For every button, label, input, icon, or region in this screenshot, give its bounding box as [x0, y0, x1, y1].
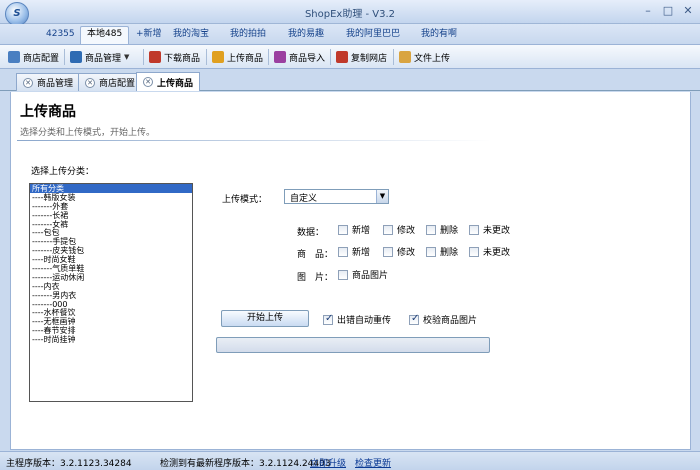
- document-tabs: ✕ 商品管理 ✕ 商店配置 ✕ 上传商品: [0, 69, 700, 91]
- category-item[interactable]: -------气质单鞋: [30, 264, 192, 273]
- close-icon[interactable]: ✕: [85, 77, 95, 88]
- copy-store-button[interactable]: 复制网店: [336, 49, 387, 65]
- tab-product-manage[interactable]: ✕ 商品管理: [16, 73, 81, 91]
- menu-item-taobao[interactable]: 我的淘宝: [167, 27, 215, 44]
- image-label: 图 片：: [297, 273, 334, 283]
- toolbar-separator: [268, 49, 269, 65]
- menu-item-local485[interactable]: 本地485: [80, 26, 130, 45]
- category-item[interactable]: -------长裙: [30, 211, 192, 220]
- menu-item-42355[interactable]: 42355: [40, 27, 81, 44]
- upload-icon: [212, 51, 224, 63]
- tab-store-config[interactable]: ✕ 商店配置: [78, 73, 143, 91]
- latest-version-text: 检测到有最新程序版本：3.2.1124.24403: [160, 459, 331, 469]
- page-title: 上传商品: [20, 104, 76, 120]
- category-item[interactable]: -------外套: [30, 202, 192, 211]
- toolbar-separator: [64, 49, 65, 65]
- category-item[interactable]: 所有分类: [30, 184, 192, 193]
- category-item[interactable]: -------运动休闲: [30, 273, 192, 282]
- menu-item-yiqu[interactable]: 我的易趣: [282, 27, 330, 44]
- goods-image-checkbox[interactable]: 商品图片: [338, 268, 388, 281]
- category-list[interactable]: 所有分类 ----韩版女装 -------外套 -------长裙 -------女裤 -…: [29, 183, 193, 402]
- category-item[interactable]: -------男内衣: [30, 291, 192, 300]
- menu-item-youa[interactable]: 我的有啊: [415, 27, 463, 44]
- auto-retry-checkbox[interactable]: 出错自动重传: [323, 313, 391, 326]
- divider: [17, 140, 491, 141]
- upload-progress-bar: [216, 337, 490, 353]
- close-icon[interactable]: ✕: [23, 77, 33, 88]
- download-icon: [149, 51, 161, 63]
- import-icon: [274, 51, 286, 63]
- goods-add-checkbox[interactable]: 新增: [338, 245, 370, 258]
- category-item[interactable]: ----无框画钟: [30, 317, 192, 326]
- page-subtitle: 选择分类和上传模式，开始上传。: [20, 128, 156, 138]
- toolbar-separator: [393, 49, 394, 65]
- window-controls: – □ ✕: [642, 4, 694, 18]
- data-label: 数据：: [297, 228, 325, 238]
- data-unchanged-checkbox[interactable]: 未更改: [469, 223, 510, 236]
- upload-goods-button[interactable]: 上传商品: [212, 49, 263, 65]
- menu-item-paipai[interactable]: 我的拍拍: [224, 27, 272, 44]
- close-icon[interactable]: ✕: [143, 77, 153, 87]
- menu-item-add[interactable]: +新增: [130, 27, 168, 44]
- upload-mode-select[interactable]: 自定义 ▼: [284, 189, 389, 204]
- goods-unchanged-checkbox[interactable]: 未更改: [469, 245, 510, 258]
- verify-image-checkbox[interactable]: 校验商品图片: [409, 313, 477, 326]
- minimize-icon[interactable]: –: [642, 4, 654, 18]
- product-manage-button[interactable]: 商品管理 ▼: [70, 49, 129, 65]
- tab-upload-goods[interactable]: ✕ 上传商品: [136, 72, 201, 91]
- check-update-link[interactable]: 检查更新: [355, 456, 391, 469]
- toolbar-separator: [330, 49, 331, 65]
- category-label: 选择上传分类：: [31, 167, 95, 177]
- category-item[interactable]: -------皮夹钱包: [30, 246, 192, 255]
- category-item[interactable]: ----时尚女鞋: [30, 255, 192, 264]
- menu-item-alibaba[interactable]: 我的阿里巴巴: [340, 27, 406, 44]
- toolbar-separator: [143, 49, 144, 65]
- main-panel: 上传商品 选择分类和上传模式，开始上传。 选择上传分类： 所有分类 ----韩版女…: [10, 92, 691, 450]
- status-bar: 主程序版本：3.2.1123.34284 检测到有最新程序版本：3.2.1124…: [0, 451, 700, 470]
- goods-label: 商 品：: [297, 250, 334, 260]
- chevron-down-icon[interactable]: ▼: [124, 53, 129, 61]
- category-item[interactable]: ----时尚挂钟: [30, 335, 192, 344]
- data-modify-checkbox[interactable]: 修改: [383, 223, 415, 236]
- data-delete-checkbox[interactable]: 删除: [426, 223, 458, 236]
- close-icon[interactable]: ✕: [682, 4, 694, 18]
- upgrade-link[interactable]: 立即升级: [310, 456, 346, 469]
- toolbar-separator: [206, 49, 207, 65]
- file-upload-button[interactable]: 文件上传: [399, 49, 450, 65]
- download-goods-button[interactable]: 下载商品: [149, 49, 200, 65]
- category-item[interactable]: ----内衣: [30, 282, 192, 291]
- file-upload-icon: [399, 51, 411, 63]
- category-item[interactable]: -------手提包: [30, 237, 192, 246]
- category-item[interactable]: ----包包: [30, 228, 192, 238]
- product-manage-icon: [70, 51, 82, 63]
- goods-delete-checkbox[interactable]: 删除: [426, 245, 458, 258]
- window-title: ShopEx助理 - V3.2: [304, 9, 396, 20]
- menu-bar: 42355 本地485 +新增 我的淘宝 我的拍拍 我的易趣 我的阿里巴巴 我的…: [0, 24, 700, 45]
- maximize-icon[interactable]: □: [662, 4, 674, 18]
- upload-mode-value: 自定义: [290, 194, 318, 204]
- store-config-button[interactable]: 商店配置: [8, 49, 59, 65]
- start-upload-button[interactable]: 开始上传: [221, 310, 309, 327]
- chevron-down-icon[interactable]: ▼: [376, 190, 388, 203]
- version-text: 主程序版本：3.2.1123.34284: [6, 459, 132, 469]
- data-add-checkbox[interactable]: 新增: [338, 223, 370, 236]
- upload-mode-label: 上传模式：: [222, 195, 268, 205]
- toolbar: 商店配置 商品管理 ▼ 下载商品 上传商品 商品导入 复制网店 文件上传: [0, 44, 700, 69]
- copy-store-icon: [336, 51, 348, 63]
- title-bar: S ShopEx助理 - V3.2 – □ ✕: [0, 0, 700, 26]
- import-goods-button[interactable]: 商品导入: [274, 49, 325, 65]
- goods-modify-checkbox[interactable]: 修改: [383, 245, 415, 258]
- category-item[interactable]: ----韩版女装: [30, 193, 192, 202]
- store-config-icon: [8, 51, 20, 63]
- category-item[interactable]: ----春节安排: [30, 326, 192, 335]
